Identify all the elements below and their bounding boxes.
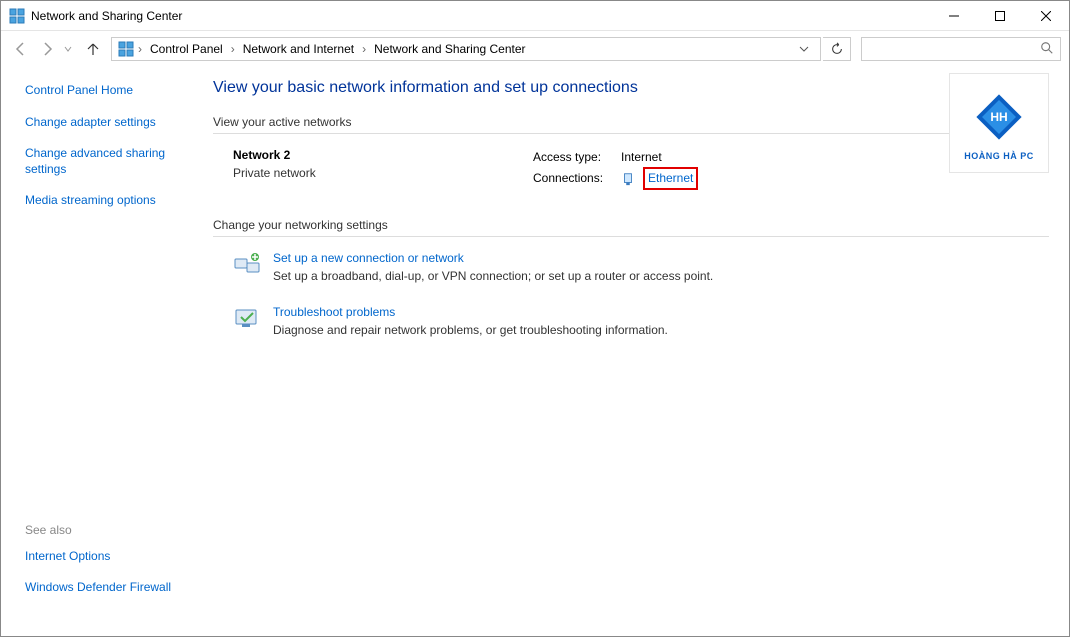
brand-logo-text: HOÀNG HÀ PC <box>964 151 1034 161</box>
back-button[interactable] <box>9 37 33 61</box>
settings-list: Set up a new connection or network Set u… <box>213 251 1049 337</box>
close-button[interactable] <box>1023 1 1069 31</box>
troubleshoot-link[interactable]: Troubleshoot problems <box>273 305 668 319</box>
change-settings-label: Change your networking settings <box>213 218 1049 232</box>
svg-text:HH: HH <box>990 110 1007 124</box>
brand-logo-icon: HH <box>967 85 1031 149</box>
forward-button[interactable] <box>35 37 59 61</box>
sidebar: Control Panel Home Change adapter settin… <box>1 67 201 636</box>
address-bar-icon <box>118 41 134 57</box>
maximize-button[interactable] <box>977 1 1023 31</box>
sidebar-link-advanced[interactable]: Change advanced sharing settings <box>25 146 193 177</box>
search-input[interactable] <box>868 42 1040 56</box>
troubleshoot-desc: Diagnose and repair network problems, or… <box>273 323 668 337</box>
setup-connection-icon <box>233 251 261 279</box>
search-box[interactable] <box>861 37 1061 61</box>
network-type: Private network <box>233 166 533 180</box>
network-details: Access type: Internet Connections: Ether… <box>533 148 698 190</box>
section-divider <box>213 236 1049 237</box>
setup-connection-item: Set up a new connection or network Set u… <box>233 251 1049 283</box>
address-dropdown-button[interactable] <box>794 44 814 54</box>
section-divider <box>213 133 1049 134</box>
up-button[interactable] <box>81 37 105 61</box>
titlebar: Network and Sharing Center <box>1 1 1069 31</box>
sidebar-link-media[interactable]: Media streaming options <box>25 193 193 209</box>
connection-ethernet-link[interactable]: Ethernet <box>643 167 698 190</box>
connections-label: Connections: <box>533 169 613 188</box>
search-icon[interactable] <box>1040 41 1054 58</box>
window-controls <box>931 1 1069 31</box>
troubleshoot-icon <box>233 305 261 333</box>
troubleshoot-item: Troubleshoot problems Diagnose and repai… <box>233 305 1049 337</box>
navbar: › Control Panel › Network and Internet ›… <box>1 31 1069 67</box>
window-root: Network and Sharing Center <box>0 0 1070 637</box>
recent-locations-dropdown[interactable] <box>61 45 75 53</box>
sidebar-link-home[interactable]: Control Panel Home <box>25 83 193 99</box>
see-also-label: See also <box>25 523 193 537</box>
main-panel: HH HOÀNG HÀ PC View your basic network i… <box>201 67 1069 636</box>
setup-connection-desc: Set up a broadband, dial-up, or VPN conn… <box>273 269 713 283</box>
network-identity: Network 2 Private network <box>233 148 533 190</box>
see-also-internet-options[interactable]: Internet Options <box>25 549 193 565</box>
see-also-firewall[interactable]: Windows Defender Firewall <box>25 580 193 596</box>
access-type-value: Internet <box>621 148 662 167</box>
address-bar[interactable]: › Control Panel › Network and Internet ›… <box>111 37 821 61</box>
chevron-right-icon: › <box>231 42 235 56</box>
chevron-right-icon: › <box>138 42 142 56</box>
network-name: Network 2 <box>233 148 533 162</box>
chevron-right-icon: › <box>362 42 366 56</box>
refresh-button[interactable] <box>823 37 851 61</box>
see-also-section: See also Internet Options Windows Defend… <box>25 523 193 620</box>
minimize-button[interactable] <box>931 1 977 31</box>
active-network-block: Network 2 Private network Access type: I… <box>213 148 1049 190</box>
ethernet-icon <box>621 172 635 186</box>
access-type-label: Access type: <box>533 148 613 167</box>
breadcrumb-control-panel[interactable]: Control Panel <box>146 40 227 58</box>
page-heading: View your basic network information and … <box>213 79 1049 97</box>
sidebar-link-adapter[interactable]: Change adapter settings <box>25 115 193 131</box>
content-area: Control Panel Home Change adapter settin… <box>1 67 1069 636</box>
window-title: Network and Sharing Center <box>31 9 931 23</box>
breadcrumb-network-internet[interactable]: Network and Internet <box>239 40 358 58</box>
active-networks-label: View your active networks <box>213 115 1049 129</box>
breadcrumb-network-sharing[interactable]: Network and Sharing Center <box>370 40 529 58</box>
brand-logo: HH HOÀNG HÀ PC <box>949 73 1049 173</box>
setup-connection-link[interactable]: Set up a new connection or network <box>273 251 713 265</box>
app-icon <box>9 8 25 24</box>
